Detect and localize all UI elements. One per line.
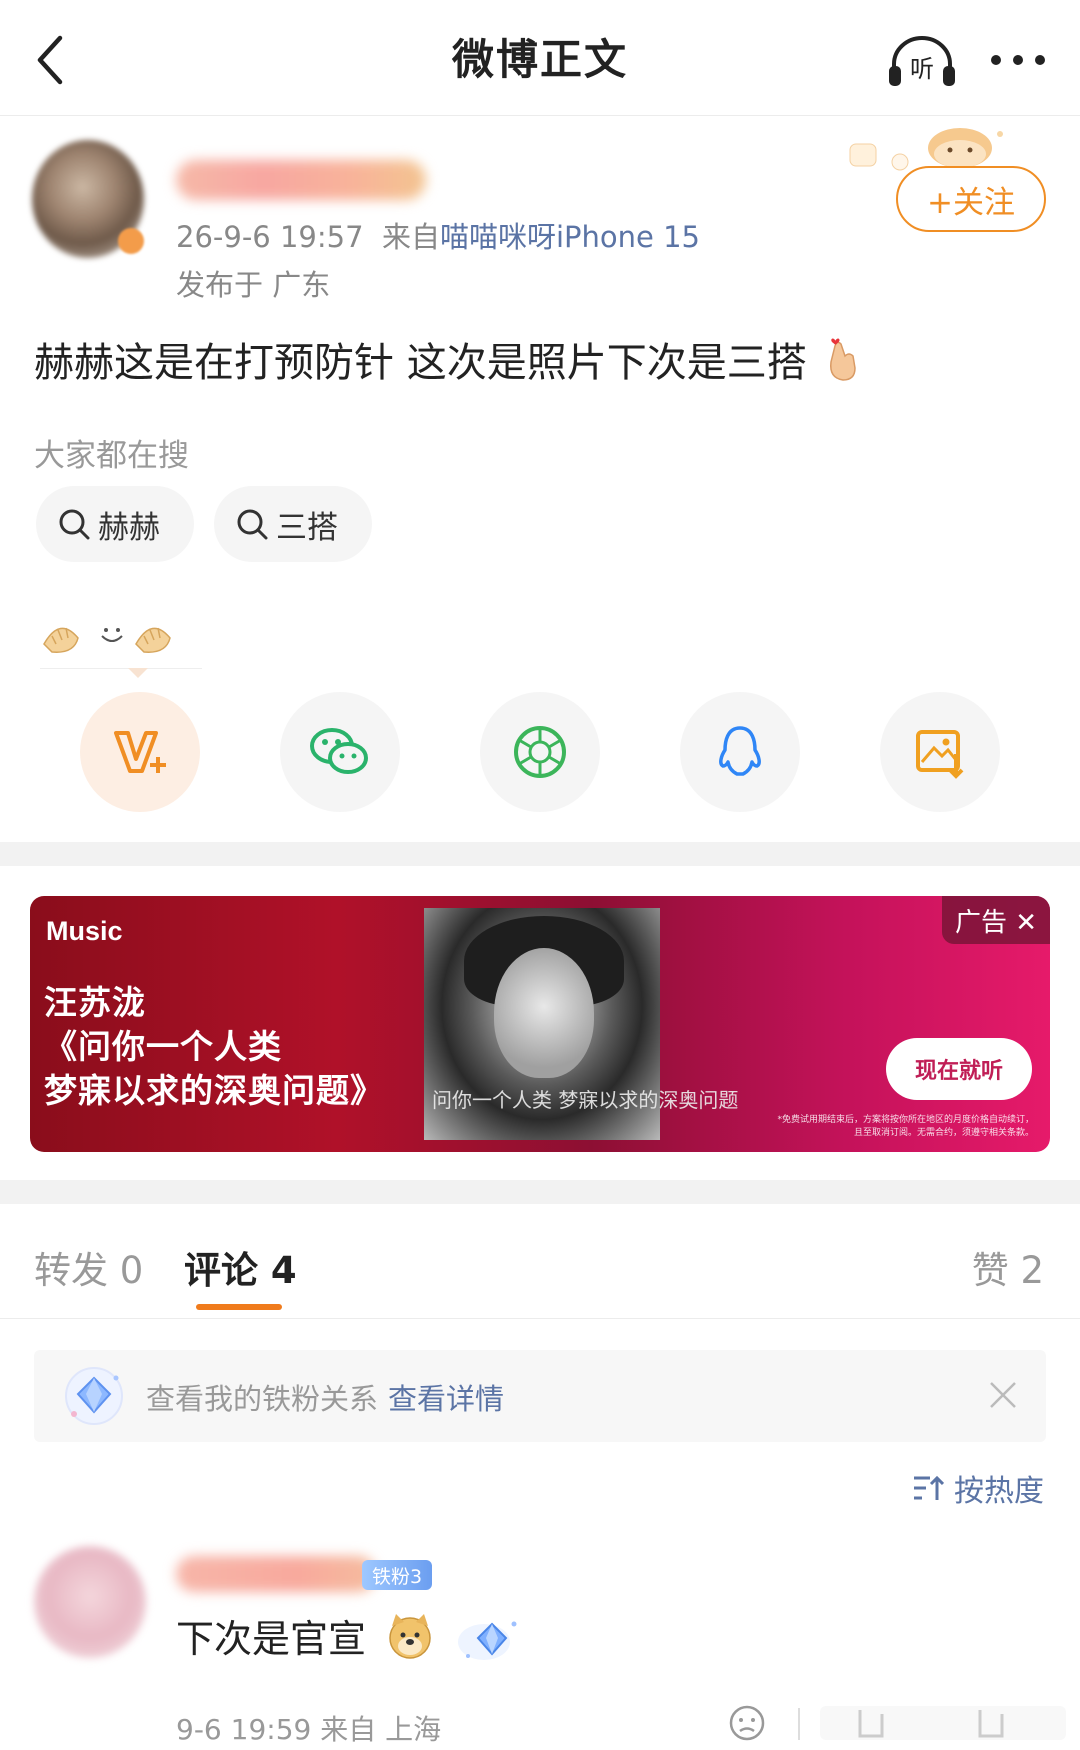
album-cover-face [494,948,594,1078]
finger-heart-emoji-icon [830,338,857,381]
tab-comment[interactable]: 评论 4 [184,1240,297,1294]
search-tag-pill[interactable]: 赫赫 [36,486,194,562]
save-image-button[interactable] [880,692,1000,812]
active-tab-indicator [196,1304,282,1310]
ad-label-close-button[interactable]: 广告 ✕ [942,896,1050,944]
close-icon[interactable] [986,1378,1020,1412]
listen-now-button[interactable]: 现在就听 [886,1038,1032,1100]
tab-like[interactable]: 赞 2 [972,1240,1044,1294]
ad-headline: 汪苏泷 [44,983,146,1022]
save-image-icon [916,730,964,779]
more-options-icon[interactable] [990,50,1046,70]
search-tag-pill[interactable]: 三搭 [214,486,372,562]
source-prefix: 来自 [381,220,440,254]
search-tag-label: 赫赫 [98,509,160,546]
apple-music-logo: Music [46,916,123,946]
ad-headline: 梦寐以求的深奥问题》 [44,1071,384,1110]
sort-icon [914,1475,944,1500]
diamond-fan-icon [65,1367,123,1425]
author-name-blurred[interactable] [176,160,426,200]
album-cover-text: 问你一个人类 梦寐以求的深奥问题 [432,1088,739,1112]
react-face-icon[interactable] [728,1704,766,1742]
dumpling-emoji-icon [43,627,79,653]
comment-body: 下次是官宣 [176,1617,367,1661]
headphones-listen-icon[interactable]: 听 [886,34,958,88]
share-vplus-button[interactable] [80,692,200,812]
avatar-badge [118,228,144,254]
share-wechat-button[interactable] [280,692,400,812]
comment-meta: 9-6 19:59 来自 上海 [176,1713,442,1746]
post-timestamp: 26-9-6 19:57 [176,220,364,254]
section-gap [0,842,1080,866]
ad-headline: 《问你一个人类 [44,1027,282,1066]
comment-text: 下次是官宣 [176,1608,434,1663]
qq-penguin-icon [719,726,761,776]
sort-label: 按热度 [954,1474,1044,1509]
fan-relation-text: 查看我的铁粉关系 查看详情 [146,1382,505,1416]
album-cover-image: 问你一个人类 梦寐以求的深奥问题 [424,908,738,1140]
post-meta: 26-9-6 19:57 来自喵喵咪呀iPhone 15 [176,214,700,256]
ad-fine-print: *免费试用期结束后，方案将按你所在地区的月度价格自动续订， 且至取消订阅。无需合… [777,1115,1034,1138]
ad-banner[interactable]: Music 汪苏泷 《问你一个人类 梦寐以求的深奥问题》 问你一个人类 梦寐以求… [30,896,1050,1152]
comment-like-blurred-area[interactable] [820,1700,1066,1746]
commenter-name-blurred[interactable] [176,1556,376,1592]
divider [798,1708,800,1740]
section-gap [0,1180,1080,1204]
search-tag-label: 三搭 [276,509,338,546]
tab-repost[interactable]: 转发 0 [34,1240,143,1294]
search-icon [237,509,268,540]
divider [40,668,202,669]
diamond-sticker-icon [458,1621,517,1660]
post-body: 赫赫这是在打预防针 这次是照片下次是三搭 [34,340,807,386]
search-icon [59,509,90,540]
share-moments-button[interactable] [480,692,600,812]
divider [0,1318,1080,1319]
doge-emoji-icon [389,1614,431,1659]
share-qq-button[interactable] [680,692,800,812]
vplus-icon [114,731,166,773]
fan-relation-bar[interactable]: 查看我的铁粉关系 查看详情 [34,1350,1046,1442]
fan-level-badge: 铁粉3 [362,1560,432,1590]
post-text: 赫赫这是在打预防针 这次是照片下次是三搭 [34,330,861,388]
sort-by-hot-button[interactable]: 按热度 [912,1466,1044,1510]
search-trending-heading: 大家都在搜 [34,438,189,474]
post-location: 发布于 广东 [176,268,331,302]
reaction-emoji-strip[interactable] [40,614,202,658]
commenter-avatar[interactable] [34,1546,146,1658]
wechat-icon [310,728,368,774]
reaction-pointer [128,668,148,678]
svg-text:听: 听 [910,55,934,83]
dumpling-emoji-icon [135,627,171,653]
top-bar: 微博正文 听 [0,0,1080,116]
follow-button[interactable]: +关注 [896,166,1046,232]
moments-shutter-icon [514,726,566,778]
smile-emoji-icon [101,628,123,642]
view-details-link[interactable]: 查看详情 [388,1382,504,1416]
source-device[interactable]: 喵喵咪呀iPhone 15 [440,220,700,254]
